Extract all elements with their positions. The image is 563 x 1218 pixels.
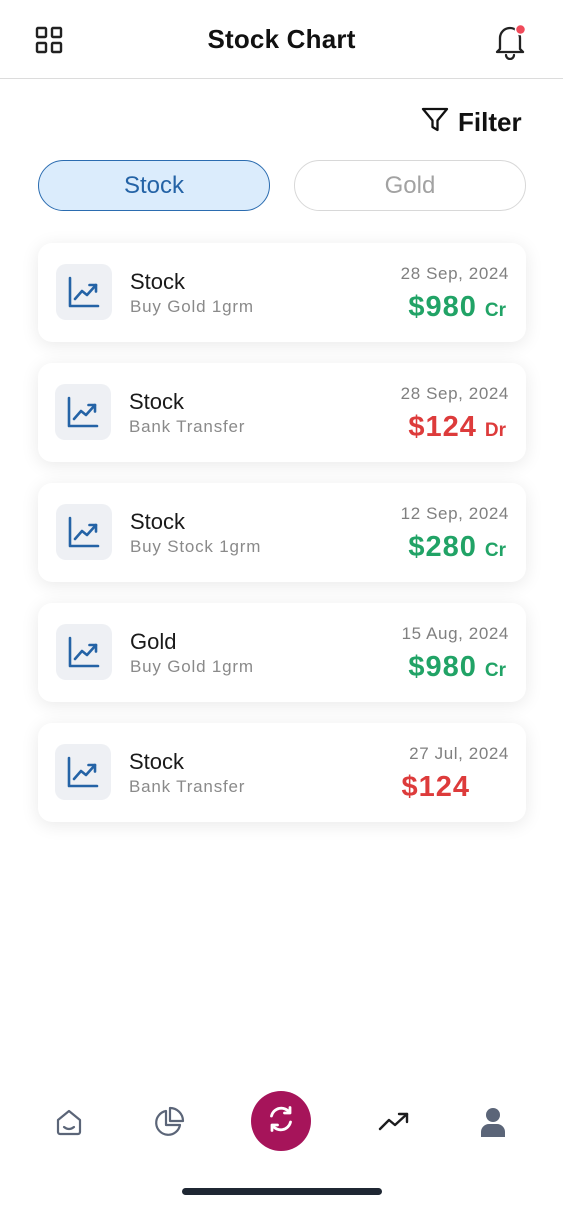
transaction-name: Stock — [130, 509, 186, 534]
trending-up-icon — [56, 504, 112, 560]
transaction-description: Buy Gold 1grm — [130, 657, 254, 676]
transaction-amount-group: $124 Dr — [408, 411, 506, 444]
transaction-type: Dr — [484, 420, 506, 441]
transaction-name: Gold — [130, 629, 177, 654]
bell-icon[interactable] — [490, 21, 530, 61]
transaction-card[interactable]: Gold Buy Gold 1grm 15 Aug, 2024 $980 Cr — [38, 603, 526, 702]
transaction-type: Cr — [484, 300, 506, 321]
trending-up-icon — [55, 384, 111, 440]
transaction-name: Stock — [129, 389, 185, 414]
trending-up-icon — [55, 744, 111, 800]
app-header: Stock Chart — [0, 0, 563, 79]
transaction-name: Stock — [130, 269, 186, 294]
transaction-card[interactable]: Stock Buy Gold 1grm 28 Sep, 2024 $980 Cr — [38, 243, 526, 342]
transaction-amount: $124 — [401, 771, 470, 803]
transaction-name: Stock — [129, 749, 185, 774]
tab-stock[interactable]: Stock — [38, 160, 270, 211]
transaction-amount-group: $980 Cr — [408, 651, 506, 684]
transaction-amount: $280 — [408, 531, 477, 563]
transaction-description: Bank Transfer — [129, 417, 246, 436]
trending-up-icon[interactable] — [374, 1102, 414, 1142]
transaction-date: 28 Sep, 2024 — [400, 384, 509, 403]
filter-label: Filter — [458, 106, 522, 137]
transaction-date: 28 Sep, 2024 — [400, 264, 509, 283]
transaction-amount-group: $280 Cr — [408, 531, 506, 564]
transaction-date: 12 Sep, 2024 — [400, 504, 509, 523]
transaction-description: Buy Gold 1grm — [130, 297, 254, 316]
tab-gold[interactable]: Gold — [294, 160, 526, 211]
transaction-amount: $124 — [408, 411, 477, 443]
filter-icon — [420, 105, 450, 140]
home-icon[interactable] — [49, 1102, 89, 1142]
bottom-navigation — [0, 1088, 563, 1154]
user-icon[interactable] — [473, 1102, 513, 1142]
notification-dot — [514, 23, 527, 36]
transaction-date: 27 Jul, 2024 — [409, 744, 509, 763]
transaction-card[interactable]: Stock Bank Transfer 27 Jul, 2024 $124 — [38, 723, 526, 822]
filter-button[interactable]: Filter — [420, 104, 530, 140]
trending-up-icon — [56, 624, 112, 680]
refresh-icon — [265, 1103, 297, 1140]
transaction-amount: $980 — [408, 291, 477, 323]
transaction-amount-group: $980 Cr — [408, 291, 506, 324]
transaction-description: Bank Transfer — [129, 777, 246, 796]
transaction-list: Stock Buy Gold 1grm 28 Sep, 2024 $980 Cr… — [38, 243, 526, 843]
trending-up-icon — [56, 264, 112, 320]
transaction-type: Cr — [484, 540, 506, 561]
transaction-card[interactable]: Stock Buy Stock 1grm 12 Sep, 2024 $280 C… — [38, 483, 526, 582]
transaction-type: Cr — [484, 660, 506, 681]
transaction-description: Buy Stock 1grm — [130, 537, 262, 556]
transaction-amount: $980 — [408, 651, 477, 683]
page-title: Stock Chart — [207, 24, 356, 54]
refresh-button[interactable] — [251, 1091, 311, 1151]
home-indicator — [182, 1188, 382, 1195]
transaction-card[interactable]: Stock Bank Transfer 28 Sep, 2024 $124 Dr — [38, 363, 526, 462]
transaction-amount-group: $124 — [401, 771, 478, 804]
transaction-date: 15 Aug, 2024 — [401, 624, 509, 643]
pie-chart-icon[interactable] — [149, 1102, 189, 1142]
